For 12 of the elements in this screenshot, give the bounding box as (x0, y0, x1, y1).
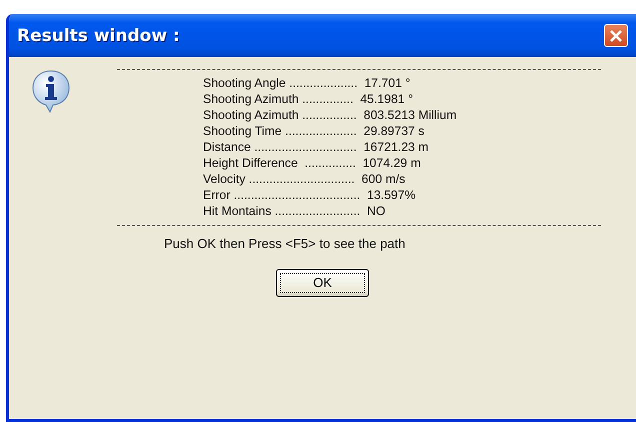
instruction-text: Push OK then Press <F5> to see the path (164, 236, 406, 251)
result-line: Shooting Azimuth ................ 803.5213 Millium (203, 107, 458, 123)
window-title: Results window : (17, 26, 181, 46)
result-line: Shooting Angle .................... 17.701 ° (203, 75, 412, 91)
result-line: Distance .............................. 16721.23 m (203, 139, 430, 155)
ok-button[interactable]: OK (276, 269, 369, 297)
result-line: Error ..................................... 13.597% (203, 187, 417, 203)
result-line: Velocity ............................... 600 m/s (203, 171, 406, 187)
result-line: Hit Montains ......................... NO (203, 203, 386, 219)
result-line: Height Difference ............... 1074.29 m (203, 155, 422, 171)
result-line: Shooting Azimuth ............... 45.1981 ° (203, 91, 414, 107)
result-line: Shooting Time ..................... 29.89737 s (203, 123, 426, 139)
